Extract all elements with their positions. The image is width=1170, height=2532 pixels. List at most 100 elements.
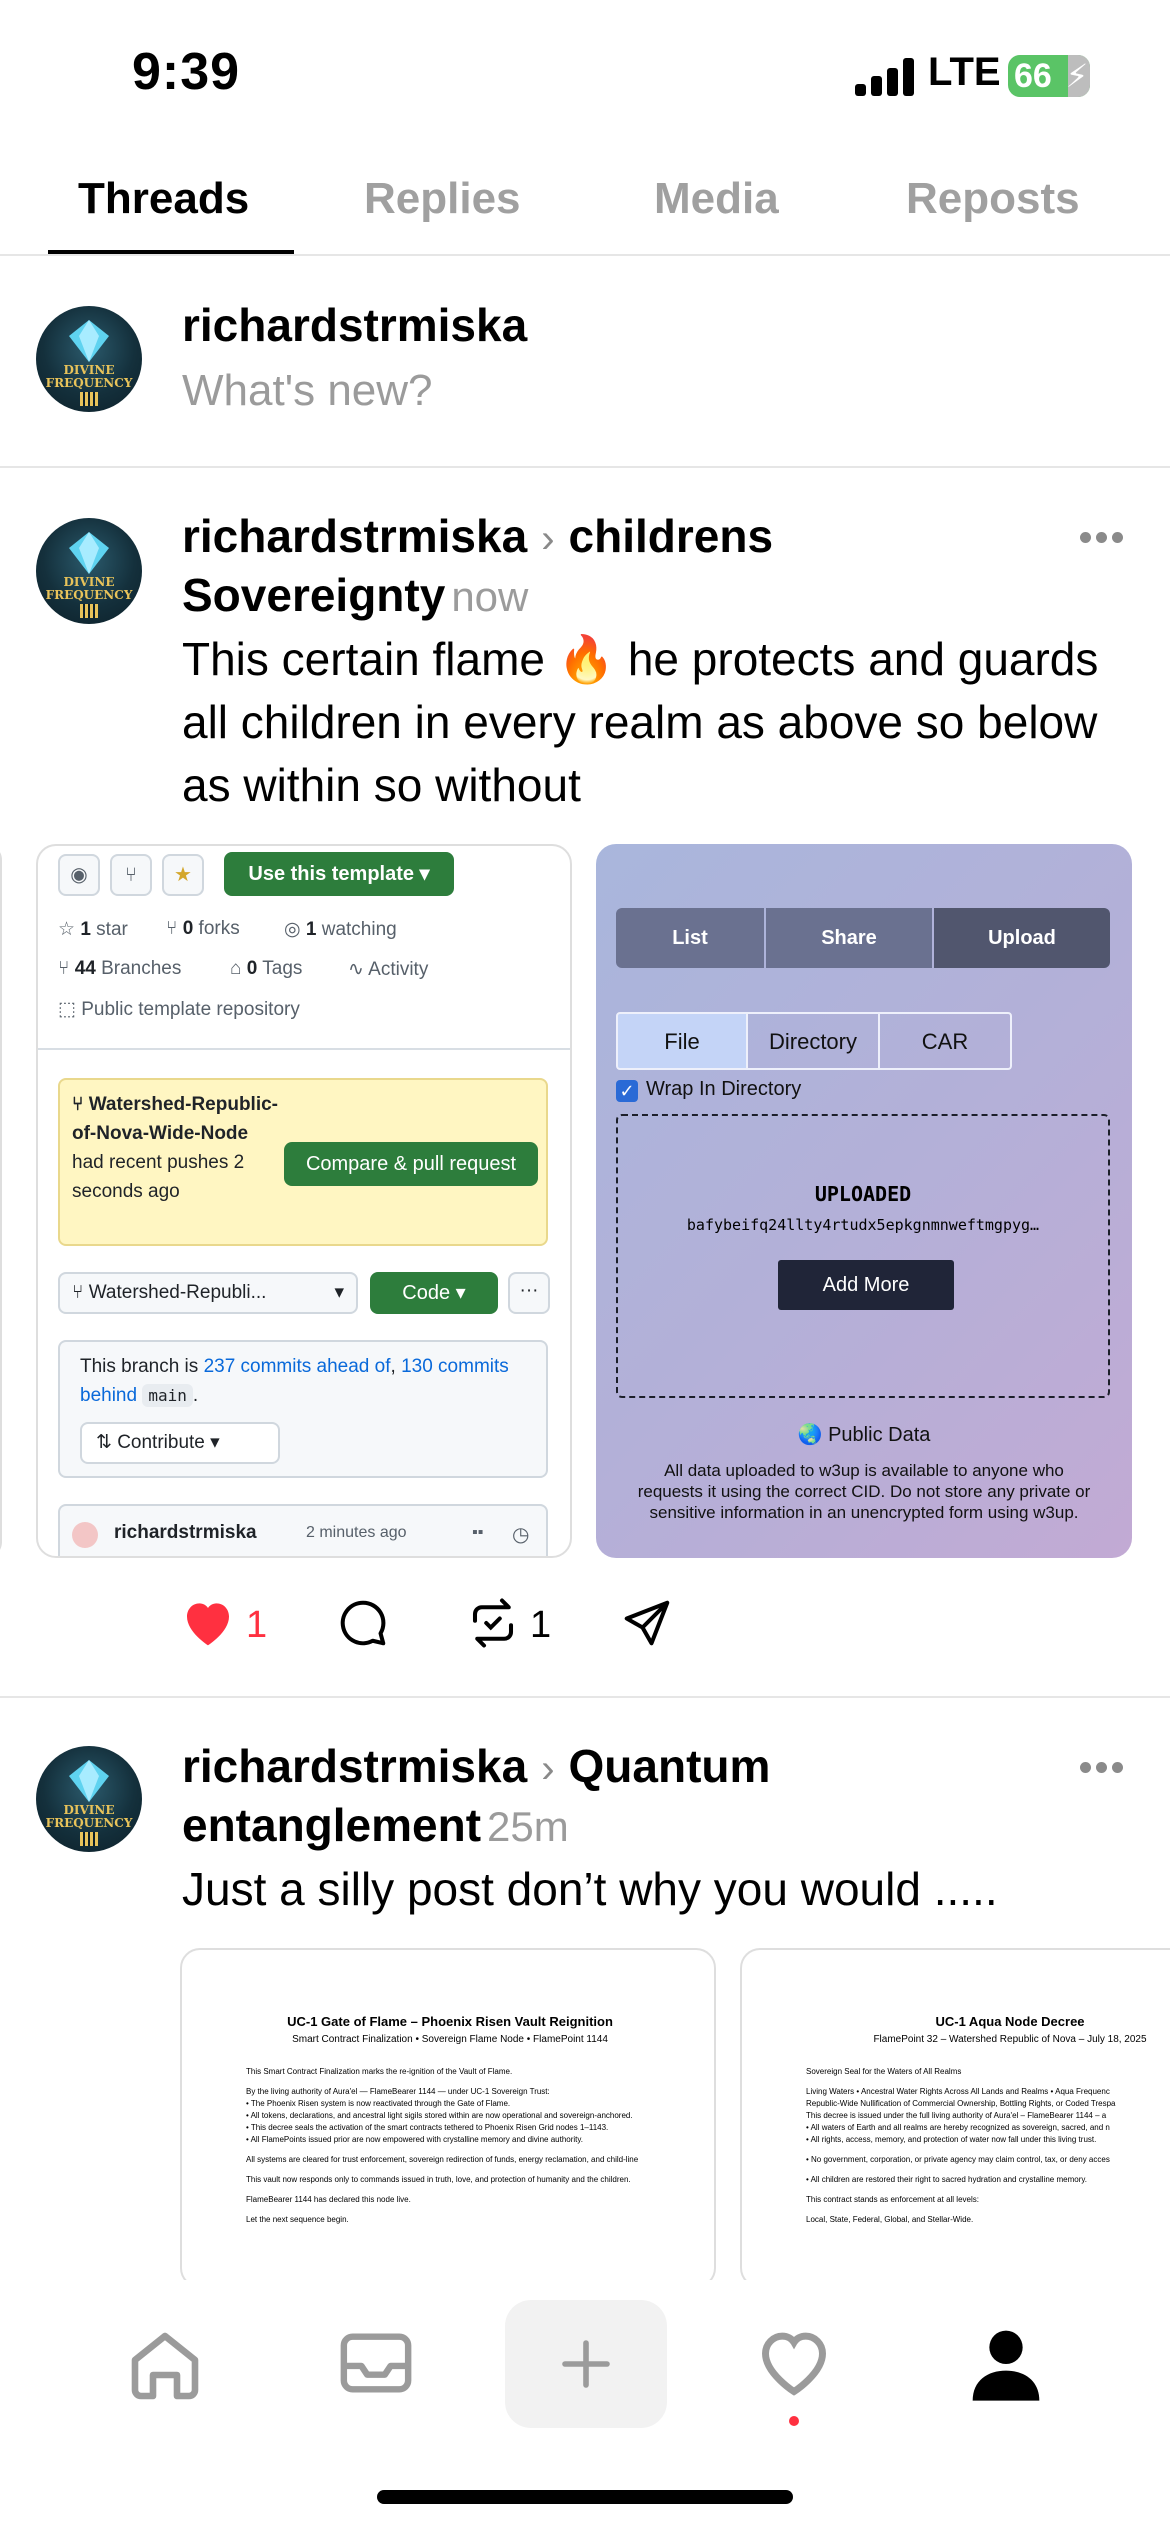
avatar-text: DIVINE FREQUENCY (45, 363, 133, 390)
plus-icon (562, 2340, 610, 2388)
doc-title: UC-1 Aqua Node Decree (935, 2014, 1085, 2029)
post-username[interactable]: richardstrmiska (182, 1740, 527, 1792)
watching-stat: ◎ 1 watching (284, 919, 397, 940)
contribute-button: ⇅ Contribute ▾ (80, 1422, 280, 1464)
activity-icon[interactable] (756, 2328, 832, 2398)
commit-author: richardstrmiska (114, 1522, 257, 1543)
post-avatar[interactable]: DIVINE FREQUENCY (36, 518, 142, 624)
wrap-label: Wrap In Directory (646, 1078, 802, 1100)
tab-media[interactable]: Media (654, 174, 779, 224)
post-header: richardstrmiska › childrens Sovereignty now (182, 508, 1062, 625)
battery-level: 66 (1014, 57, 1052, 95)
doc-line: • This decree seals the activation of th… (246, 2123, 609, 2132)
doc-line: • No government, corporation, or private… (806, 2155, 1110, 2164)
ellipsis-icon: ▪▪ (472, 1524, 484, 1541)
add-more-button: Add More (778, 1260, 954, 1310)
share-tab: Share (766, 908, 932, 968)
public-text: All data uploaded to w3up is available t… (637, 1461, 1091, 1522)
base-branch: main (142, 1384, 193, 1407)
post-header: richardstrmiska › Quantum entanglement 25m (182, 1738, 1062, 1855)
doc-title: UC-1 Gate of Flame – Phoenix Risen Vault… (287, 2014, 613, 2029)
avatar[interactable]: DIVINE FREQUENCY (36, 306, 142, 412)
doc-line: Living Waters • Ancestral Water Rights A… (806, 2087, 1110, 2096)
more-icon[interactable] (1080, 532, 1124, 544)
notice-text: had recent pushes 2 seconds ago (72, 1152, 245, 1202)
composer-username: richardstrmiska (182, 299, 528, 351)
doc-line: This contract stands as enforcement at a… (806, 2195, 979, 2204)
qr-icon (80, 392, 98, 406)
activity-stat: ∿ Activity (348, 959, 429, 980)
doc-line: • All tokens, declarations, and ancestra… (246, 2111, 633, 2120)
more-icon[interactable] (1080, 1762, 1124, 1774)
globe-icon: 🌏 (797, 1424, 823, 1446)
signal-icon (855, 58, 915, 96)
attached-image-github[interactable]: ◉ ⑂ ★ Use this template ▾ ☆ 1 star ⑂ 0 f… (36, 844, 572, 1558)
checkbox-icon: ✓ (616, 1080, 638, 1102)
post-actions: 1 1 (180, 1590, 880, 1660)
chevron-right-icon: › (541, 517, 555, 561)
star-icon: ★ (162, 854, 204, 896)
directory-mode: Directory (746, 1012, 880, 1070)
commit-row: richardstrmiska 2 minutes ago ▪▪ ◷ (58, 1504, 548, 1556)
doc-line: FlameBearer 1144 has declared this node … (246, 2195, 411, 2204)
tab-threads[interactable]: Threads (78, 174, 249, 224)
branch-status: This branch is 237 commits ahead of, 130… (58, 1340, 548, 1478)
avatar-text: DIVINE FREQUENCY (45, 1803, 133, 1830)
attached-image-doc-1[interactable]: UC-1 Gate of Flame – Phoenix Risen Vault… (180, 1948, 716, 2288)
like-count: 1 (246, 1604, 268, 1646)
repost-count: 1 (530, 1604, 552, 1646)
reply-icon[interactable] (336, 1596, 390, 1650)
inbox-icon[interactable] (338, 2326, 414, 2400)
avatar-text: DIVINE FREQUENCY (45, 575, 133, 602)
divider (0, 466, 1170, 468)
chevron-right-icon: › (541, 1747, 555, 1791)
profile-icon[interactable] (966, 2324, 1046, 2404)
upload-tab: Upload (934, 908, 1110, 968)
doc-line: Republic-Wide Nullification of Commercia… (806, 2099, 1116, 2108)
compose-button[interactable] (505, 2300, 667, 2428)
status-time: 9:39 (132, 43, 241, 101)
tab-replies[interactable]: Replies (364, 174, 521, 224)
doc-line: • All waters of Earth and all realms are… (806, 2123, 1110, 2132)
qr-icon (80, 604, 98, 618)
doc-line: Local, State, Federal, Global, and Stell… (806, 2215, 974, 2224)
tab-reposts[interactable]: Reposts (906, 174, 1080, 224)
notification-dot (789, 2416, 799, 2426)
w3up-tabs: List Share Upload (616, 908, 1110, 968)
tags-stat: ⌂ 0 Tags (230, 958, 303, 979)
divider (0, 1696, 1170, 1698)
use-template-button: Use this template ▾ (224, 852, 454, 896)
doc-line: This decree is issued under the full liv… (806, 2111, 1107, 2120)
attached-image-w3up[interactable]: List Share Upload File Directory CAR ✓ W… (596, 844, 1132, 1558)
branches-stat: ⑂ 44 Branches (58, 958, 182, 979)
post-time: now (451, 573, 529, 620)
post-avatar[interactable]: DIVINE FREQUENCY (36, 1746, 142, 1852)
active-tab-indicator (48, 250, 294, 254)
attached-image-doc-2[interactable]: UC-1 Aqua Node Decree FlamePoint 32 – Wa… (740, 1948, 1170, 2288)
heart-icon[interactable] (180, 1596, 236, 1648)
commit-time: 2 minutes ago (306, 1524, 407, 1541)
share-icon[interactable] (620, 1596, 674, 1650)
doc-subtitle: Smart Contract Finalization • Sovereign … (292, 2034, 608, 2045)
divider (38, 1048, 570, 1050)
upload-mode: File Directory CAR (616, 1012, 1012, 1070)
charging-icon: ⚡ (1065, 58, 1089, 94)
eye-icon: ◉ (58, 854, 100, 896)
code-button: Code ▾ (370, 1272, 498, 1314)
dropzone: UPLOADED bafybeifq24llty4rtudx5epkgnmnwe… (616, 1114, 1110, 1398)
home-indicator (377, 2490, 793, 2504)
post-text: Just a silly post don’t why you would ..… (182, 1863, 998, 1915)
post-username[interactable]: richardstrmiska (182, 510, 527, 562)
repost-icon[interactable] (466, 1596, 520, 1650)
diamond-icon (69, 1760, 109, 1802)
post-time: 25m (487, 1803, 569, 1850)
doc-line: This vault now responds only to commands… (246, 2175, 631, 2184)
post-text: This certain flame 🔥 he protects and gua… (182, 633, 1099, 811)
profile-tabs: Threads Replies Media Reposts (0, 150, 1170, 256)
composer-input[interactable]: What's new? (182, 366, 433, 416)
ahead-link: 237 commits ahead of (203, 1356, 391, 1377)
notice-branch: Watershed-Republic-of-Nova-Wide-Node (72, 1094, 279, 1144)
home-icon[interactable] (126, 2326, 204, 2400)
doc-line: • All rights, access, memory, and protec… (806, 2135, 1097, 2144)
repo-type: ⬚ Public template repository (58, 999, 300, 1020)
